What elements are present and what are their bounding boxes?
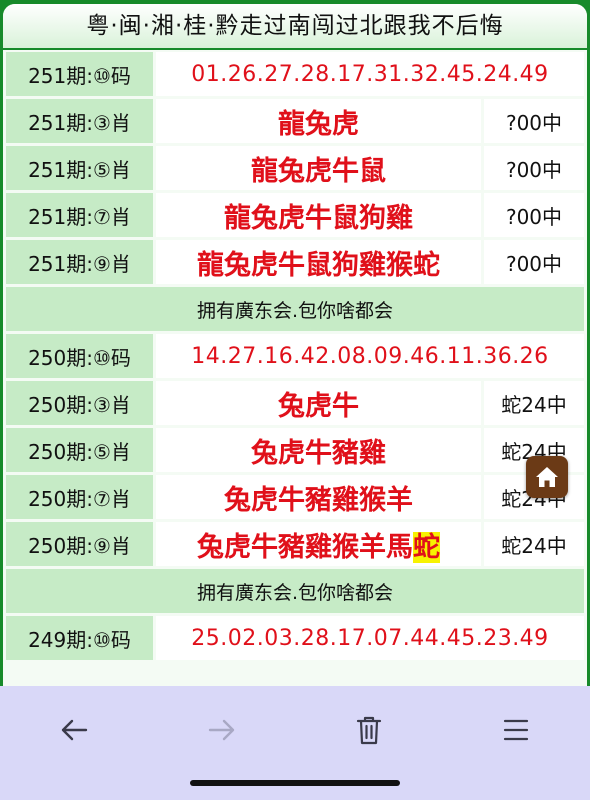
zodiac-row: 251期:⑨肖 龍兔虎牛鼠狗雞猴蛇 ?00中 (6, 240, 584, 284)
zodiac-list: 龍兔虎牛鼠 (156, 146, 481, 190)
code-row: 251期:⑩码 01.26.27.28.17.31.32.45.24.49 (6, 52, 584, 96)
code-numbers: 01.26.27.28.17.31.32.45.24.49 (156, 52, 584, 96)
code-numbers: 14.27.16.42.08.09.46.11.36.26 (156, 334, 584, 378)
issue-label: 250期:③肖 (6, 381, 153, 425)
issue-label: 251期:⑩码 (6, 52, 153, 96)
zodiac-row: 251期:⑤肖 龍兔虎牛鼠 ?00中 (6, 146, 584, 190)
page-frame: 粤·闽·湘·桂·黔走过南闯过北跟我不后悔 251期:⑩码 01.26.27.28… (0, 0, 590, 690)
issue-label: 249期:⑩码 (6, 616, 153, 660)
issue-label: 250期:⑩码 (6, 334, 153, 378)
issue-label: 251期:⑦肖 (6, 193, 153, 237)
page-title: 粤·闽·湘·桂·黔走过南闯过北跟我不后悔 (3, 4, 587, 50)
issue-label: 250期:⑦肖 (6, 475, 153, 519)
code-row: 250期:⑩码 14.27.16.42.08.09.46.11.36.26 (6, 334, 584, 378)
result-cell: 蛇24中 (484, 381, 584, 425)
forward-arrow-icon (208, 719, 235, 741)
slogan-row: 拥有廣东会.包你啥都会 (6, 287, 584, 331)
result-cell: ?00中 (484, 240, 584, 284)
zodiac-row: 250期:⑨肖 兔虎牛豬雞猴羊馬蛇 蛇24中 (6, 522, 584, 566)
zodiac-list: 龍兔虎牛鼠狗雞 (156, 193, 481, 237)
zodiac-list: 兔虎牛豬雞猴羊馬蛇 (156, 522, 481, 566)
highlighted-zodiac: 蛇 (413, 531, 440, 563)
zodiac-row: 250期:③肖 兔虎牛 蛇24中 (6, 381, 584, 425)
menu-icon (503, 719, 529, 741)
zodiac-row: 251期:⑦肖 龍兔虎牛鼠狗雞 ?00中 (6, 193, 584, 237)
zodiac-list: 龍兔虎 (156, 99, 481, 143)
result-cell: ?00中 (484, 146, 584, 190)
issue-label: 250期:⑨肖 (6, 522, 153, 566)
issue-label: 251期:⑨肖 (6, 240, 153, 284)
issue-label: 251期:⑤肖 (6, 146, 153, 190)
trash-icon (356, 716, 382, 745)
zodiac-row: 251期:③肖 龍兔虎 ?00中 (6, 99, 584, 143)
zodiac-list: 龍兔虎牛鼠狗雞猴蛇 (156, 240, 481, 284)
zodiac-text: 兔虎牛豬雞猴羊馬 (197, 531, 413, 563)
back-button[interactable] (44, 700, 104, 760)
slogan-text: 拥有廣东会.包你啥都会 (6, 569, 584, 613)
code-row: 249期:⑩码 25.02.03.28.17.07.44.45.23.49 (6, 616, 584, 660)
back-arrow-icon (61, 719, 88, 741)
home-indicator (190, 780, 400, 786)
slogan-row: 拥有廣东会.包你啥都会 (6, 569, 584, 613)
zodiac-list: 兔虎牛 (156, 381, 481, 425)
prediction-table: 251期:⑩码 01.26.27.28.17.31.32.45.24.49 25… (3, 49, 587, 663)
issue-label: 251期:③肖 (6, 99, 153, 143)
zodiac-list: 兔虎牛豬雞 (156, 428, 481, 472)
zodiac-row: 250期:⑦肖 兔虎牛豬雞猴羊 蛇24中 (6, 475, 584, 519)
content-panel: 粤·闽·湘·桂·黔走过南闯过北跟我不后悔 251期:⑩码 01.26.27.28… (3, 4, 587, 690)
result-cell: 蛇24中 (484, 522, 584, 566)
zodiac-list: 兔虎牛豬雞猴羊 (156, 475, 481, 519)
code-numbers: 25.02.03.28.17.07.44.45.23.49 (156, 616, 584, 660)
menu-button[interactable] (486, 700, 546, 760)
home-icon (536, 467, 558, 487)
slogan-text: 拥有廣东会.包你啥都会 (6, 287, 584, 331)
result-cell: ?00中 (484, 193, 584, 237)
home-button[interactable] (526, 456, 568, 498)
forward-button[interactable] (192, 700, 252, 760)
issue-label: 250期:⑤肖 (6, 428, 153, 472)
delete-button[interactable] (339, 700, 399, 760)
result-cell: ?00中 (484, 99, 584, 143)
zodiac-row: 250期:⑤肖 兔虎牛豬雞 蛇24中 (6, 428, 584, 472)
